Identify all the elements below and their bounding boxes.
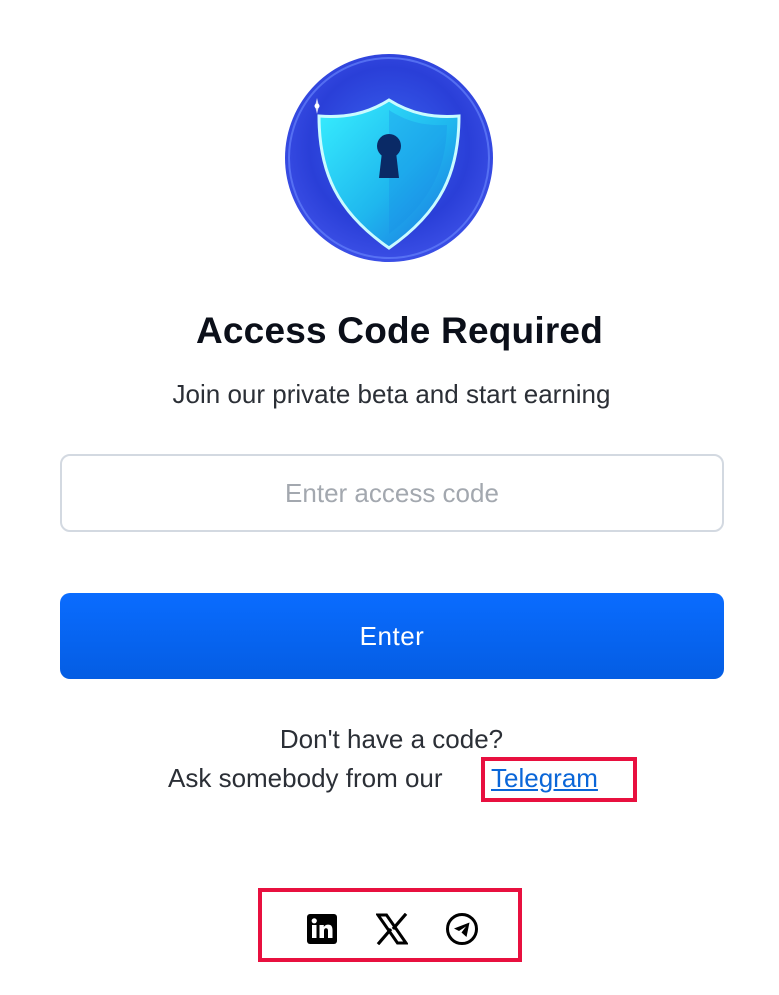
telegram-icon [446, 913, 478, 945]
page-title: Access Code Required [195, 310, 604, 351]
x-link[interactable] [375, 912, 409, 946]
x-icon [376, 913, 408, 945]
page-subtitle: Join our private beta and start earning [172, 379, 611, 409]
enter-button[interactable]: Enter [60, 593, 724, 679]
no-code-text: Don't have a code? [279, 724, 504, 754]
access-code-input[interactable] [60, 454, 724, 532]
logo [283, 52, 495, 264]
ask-text: Ask somebody from our [168, 763, 443, 793]
linkedin-link[interactable] [305, 912, 339, 946]
linkedin-icon [307, 914, 337, 944]
shield-keyhole-icon [285, 54, 493, 262]
access-code-page: Access Code Required Join our private be… [0, 0, 779, 995]
telegram-social-link[interactable] [445, 912, 479, 946]
telegram-link-highlight [481, 757, 637, 802]
